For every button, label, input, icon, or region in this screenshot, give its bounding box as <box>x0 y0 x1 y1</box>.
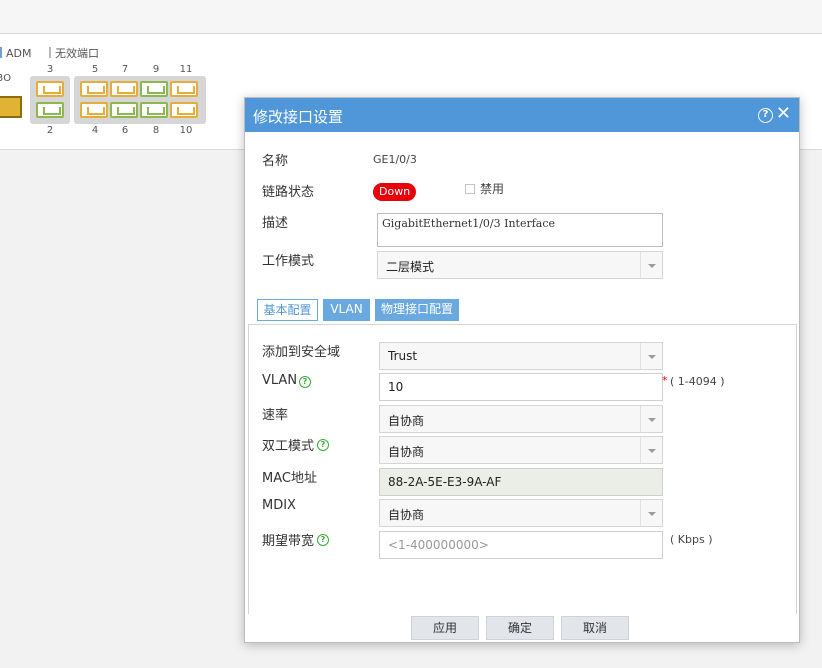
edit-interface-dialog: 修改接口设置 ? ✕ 名称 GE1/0/3 链路状态 Down 禁用 描述 Gi… <box>244 97 800 643</box>
port-number: 2 <box>46 125 54 136</box>
invalid-port-legend-swatch <box>49 47 51 58</box>
dialog-header: 修改接口设置 ? ✕ <box>245 98 799 132</box>
port-3[interactable] <box>36 81 64 97</box>
port-number: 8 <box>152 125 160 136</box>
name-label: 名称 <box>262 154 289 169</box>
tab-physical-config[interactable]: 物理接口配置 <box>375 299 459 321</box>
tab-basic-config[interactable]: 基本配置 <box>257 299 318 321</box>
bandwidth-label: 期望带宽 <box>262 534 315 549</box>
mdix-label: MDIX <box>262 498 296 513</box>
port-2[interactable] <box>36 102 64 118</box>
cancel-button[interactable]: 取消 <box>561 616 629 640</box>
adm-legend-swatch <box>0 47 2 58</box>
chevron-down-icon <box>640 252 662 278</box>
port-group <box>74 76 206 124</box>
ok-button[interactable]: 确定 <box>486 616 554 640</box>
disable-checkbox[interactable] <box>465 184 475 194</box>
port-legend: ADM 无效端口 <box>0 45 99 61</box>
speed-value: 自协商 <box>388 414 425 428</box>
security-zone-value: Trust <box>388 349 418 363</box>
mac-address-field: 88-2A-5E-E3-9A-AF <box>379 468 663 496</box>
duplex-label: 双工模式 <box>262 439 315 454</box>
bandwidth-input[interactable]: <1-400000000> <box>379 531 663 559</box>
sfp-port[interactable] <box>0 96 22 118</box>
vlan-label: VLAN <box>262 373 298 388</box>
mac-value: 88-2A-5E-E3-9A-AF <box>388 475 502 489</box>
port-number: 7 <box>121 64 129 75</box>
disable-label: 禁用 <box>480 182 505 196</box>
port-10[interactable] <box>170 102 198 118</box>
help-icon[interactable]: ? <box>758 108 773 123</box>
port-number: 10 <box>179 125 193 136</box>
invalid-port-legend-label: 无效端口 <box>55 47 99 60</box>
port-number: 6 <box>121 125 129 136</box>
mdix-select[interactable]: 自协商 <box>379 499 663 527</box>
work-mode-label: 工作模式 <box>262 254 315 269</box>
bandwidth-placeholder: <1-400000000> <box>388 538 489 552</box>
security-zone-select[interactable]: Trust <box>379 342 663 370</box>
top-toolbar <box>0 0 822 34</box>
close-icon[interactable]: ✕ <box>776 104 791 124</box>
work-mode-value: 二层模式 <box>386 260 435 274</box>
port-8[interactable] <box>140 102 168 118</box>
adm-legend-label: ADM <box>6 47 32 60</box>
port-9[interactable] <box>140 81 168 97</box>
speed-select[interactable]: 自协商 <box>379 405 663 433</box>
required-mark: * <box>662 374 668 387</box>
vlan-input[interactable]: 10 <box>379 373 663 401</box>
port-number: 3 <box>46 64 54 75</box>
description-textarea[interactable]: GigabitEthernet1/0/3 Interface <box>377 213 663 247</box>
chevron-down-icon <box>640 406 662 432</box>
port-group <box>30 76 70 124</box>
security-zone-label: 添加到安全域 <box>262 345 341 360</box>
port-6[interactable] <box>110 102 138 118</box>
help-icon[interactable]: ? <box>317 534 329 546</box>
mac-label: MAC地址 <box>262 471 317 486</box>
mdix-value: 自协商 <box>388 508 425 522</box>
duplex-select[interactable]: 自协商 <box>379 436 663 464</box>
speed-label: 速率 <box>262 408 289 423</box>
link-status-label: 链路状态 <box>262 185 315 200</box>
tab-vlan[interactable]: VLAN <box>323 299 370 321</box>
chevron-down-icon <box>640 437 662 463</box>
port-11[interactable] <box>170 81 198 97</box>
chevron-down-icon <box>640 343 662 369</box>
port-number: 11 <box>179 64 193 75</box>
port-7[interactable] <box>110 81 138 97</box>
help-icon[interactable]: ? <box>299 376 311 388</box>
description-label: 描述 <box>262 216 289 231</box>
port-number: 9 <box>152 64 160 75</box>
help-icon[interactable]: ? <box>317 439 329 451</box>
port-label-partial: 3O <box>0 73 12 84</box>
name-value: GE1/0/3 <box>373 153 417 166</box>
bandwidth-unit: ( Kbps ) <box>670 533 713 546</box>
apply-button[interactable]: 应用 <box>411 616 479 640</box>
duplex-value: 自协商 <box>388 445 425 459</box>
port-number: 4 <box>91 125 99 136</box>
port-5[interactable] <box>80 81 108 97</box>
port-number: 5 <box>91 64 99 75</box>
link-status-badge: Down <box>373 183 417 201</box>
vlan-range-hint: ( 1-4094 ) <box>670 375 725 388</box>
work-mode-select[interactable]: 二层模式 <box>377 251 663 279</box>
port-4[interactable] <box>80 102 108 118</box>
vlan-value: 10 <box>388 380 404 394</box>
dialog-title: 修改接口设置 <box>253 108 344 126</box>
chevron-down-icon <box>640 500 662 526</box>
